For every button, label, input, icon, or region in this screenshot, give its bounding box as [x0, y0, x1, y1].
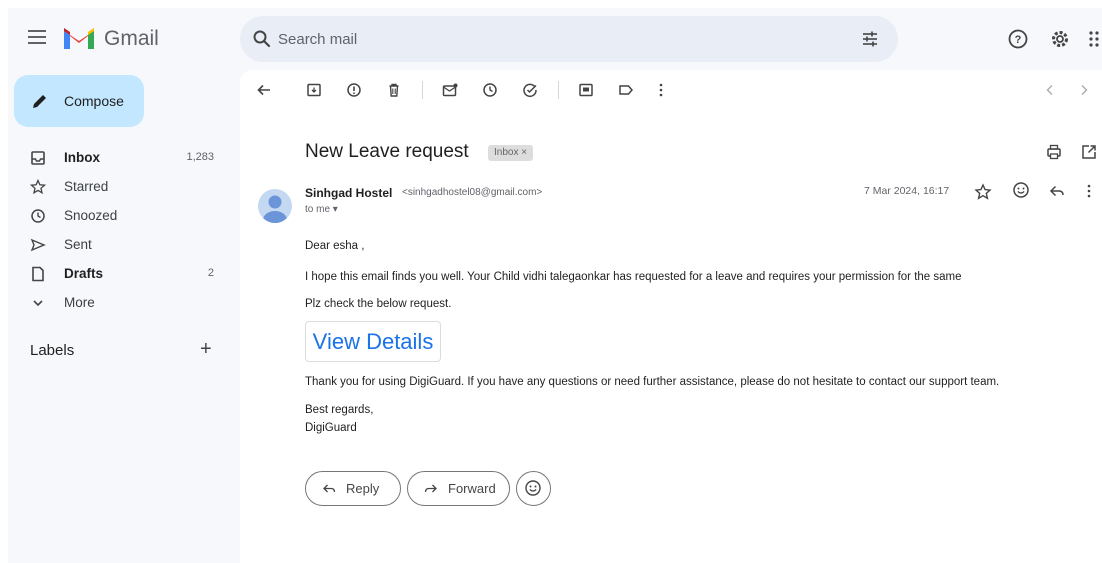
- email-body-line: Thank you for using DigiGuard. If you ha…: [305, 376, 1000, 388]
- add-task-icon[interactable]: [522, 82, 538, 98]
- star-icon: [30, 179, 46, 195]
- inbox-icon: [31, 151, 45, 165]
- sidebar-item-label: Sent: [64, 237, 92, 252]
- emoji-react-button[interactable]: [516, 471, 551, 506]
- mark-unread-icon[interactable]: [442, 82, 458, 98]
- chevron-left-icon[interactable]: [1042, 82, 1058, 98]
- sidebar-item-snoozed[interactable]: Snoozed: [8, 202, 238, 231]
- compose-button[interactable]: Compose: [14, 75, 144, 127]
- print-icon[interactable]: [1045, 143, 1063, 161]
- message-view: New Leave request Inbox × Sinhgad Hostel…: [240, 70, 1102, 563]
- recipient-details-toggle[interactable]: to me ▾: [305, 204, 338, 215]
- search-input[interactable]: [278, 27, 838, 51]
- sidebar-item-starred[interactable]: Starred: [8, 173, 238, 202]
- chevron-down-icon: [33, 300, 43, 307]
- clock-icon: [31, 209, 45, 223]
- sidebar-item-inbox[interactable]: Inbox 1,283: [8, 144, 238, 173]
- delete-icon[interactable]: [386, 82, 402, 98]
- email-subject: New Leave request: [305, 141, 469, 162]
- unread-count: 1,283: [186, 151, 214, 163]
- sidebar-item-label: Drafts: [64, 266, 104, 281]
- sidebar-item-label: Starred: [64, 179, 109, 194]
- pencil-icon: [33, 95, 46, 108]
- draft-icon: [32, 266, 44, 282]
- sidebar-item-label: More: [64, 295, 95, 310]
- emoji-icon: [525, 480, 541, 496]
- label-tag-icon[interactable]: [618, 82, 634, 98]
- forward-label: Forward: [448, 481, 496, 496]
- archive-icon[interactable]: [306, 82, 322, 98]
- sender-avatar: [258, 189, 292, 223]
- main-menu-icon[interactable]: [26, 27, 48, 49]
- search-bar[interactable]: [240, 16, 898, 62]
- sidebar-item-label: Snoozed: [64, 208, 118, 223]
- send-icon: [30, 238, 46, 252]
- drafts-count: 2: [207, 267, 214, 279]
- settings-gear-icon[interactable]: [1048, 27, 1072, 51]
- gmail-logo-icon: [64, 28, 94, 49]
- more-vert-icon[interactable]: [658, 82, 664, 98]
- search-icon[interactable]: [252, 29, 272, 49]
- more-vert-icon[interactable]: [1086, 182, 1092, 200]
- reply-icon: [323, 484, 336, 493]
- person-icon: [263, 195, 287, 223]
- svg-text:?: ?: [1015, 34, 1022, 46]
- reply-button[interactable]: Reply: [305, 471, 401, 506]
- sidebar-item-drafts[interactable]: Drafts 2: [8, 260, 238, 289]
- reply-icon[interactable]: [1048, 182, 1066, 200]
- add-label-icon[interactable]: +: [200, 338, 212, 361]
- top-bar: Gmail ?: [8, 8, 1102, 70]
- emoji-reaction-icon[interactable]: [1012, 181, 1030, 199]
- labels-heading: Labels: [30, 342, 75, 359]
- sender-name[interactable]: Sinhgad Hostel: [305, 186, 392, 200]
- snooze-clock-icon[interactable]: [482, 82, 498, 98]
- star-icon[interactable]: [974, 183, 992, 201]
- toolbar-divider: [422, 81, 423, 99]
- forward-button[interactable]: Forward: [407, 471, 510, 506]
- sidebar-item-sent[interactable]: Sent: [8, 231, 238, 260]
- sidebar-item-more[interactable]: More: [8, 289, 238, 318]
- move-to-icon[interactable]: [578, 82, 594, 98]
- email-signoff: Best regards,: [305, 404, 374, 416]
- gmail-logo-text: Gmail: [104, 27, 159, 50]
- search-options-icon[interactable]: [860, 29, 880, 49]
- sidebar-nav: Inbox 1,283 Starred Snoozed Sent Drafts …: [8, 144, 238, 318]
- open-in-new-window-icon[interactable]: [1080, 143, 1098, 161]
- sidebar-item-label: Inbox: [64, 150, 100, 165]
- email-body-line: Plz check the below request.: [305, 298, 452, 310]
- inbox-label-chip[interactable]: Inbox ×: [488, 145, 534, 161]
- view-details-button[interactable]: View Details: [305, 321, 441, 362]
- help-icon[interactable]: ?: [1006, 27, 1030, 51]
- report-spam-icon[interactable]: [346, 82, 362, 98]
- gmail-window: Gmail ?: [8, 8, 1102, 563]
- apps-grid-icon[interactable]: [1088, 27, 1102, 51]
- email-body-line: I hope this email finds you well. Your C…: [305, 271, 962, 283]
- reply-label: Reply: [346, 481, 380, 496]
- forward-icon: [424, 484, 437, 493]
- toolbar-divider: [558, 81, 559, 99]
- email-date: 7 Mar 2024, 16:17: [864, 185, 950, 197]
- email-signature: DigiGuard: [305, 422, 357, 434]
- compose-label: Compose: [64, 93, 124, 109]
- email-greeting: Dear esha ,: [305, 240, 365, 252]
- chevron-right-icon[interactable]: [1076, 82, 1092, 98]
- back-arrow-icon[interactable]: [256, 82, 272, 98]
- sender-email: <sinhgadhostel08@gmail.com>: [402, 187, 543, 198]
